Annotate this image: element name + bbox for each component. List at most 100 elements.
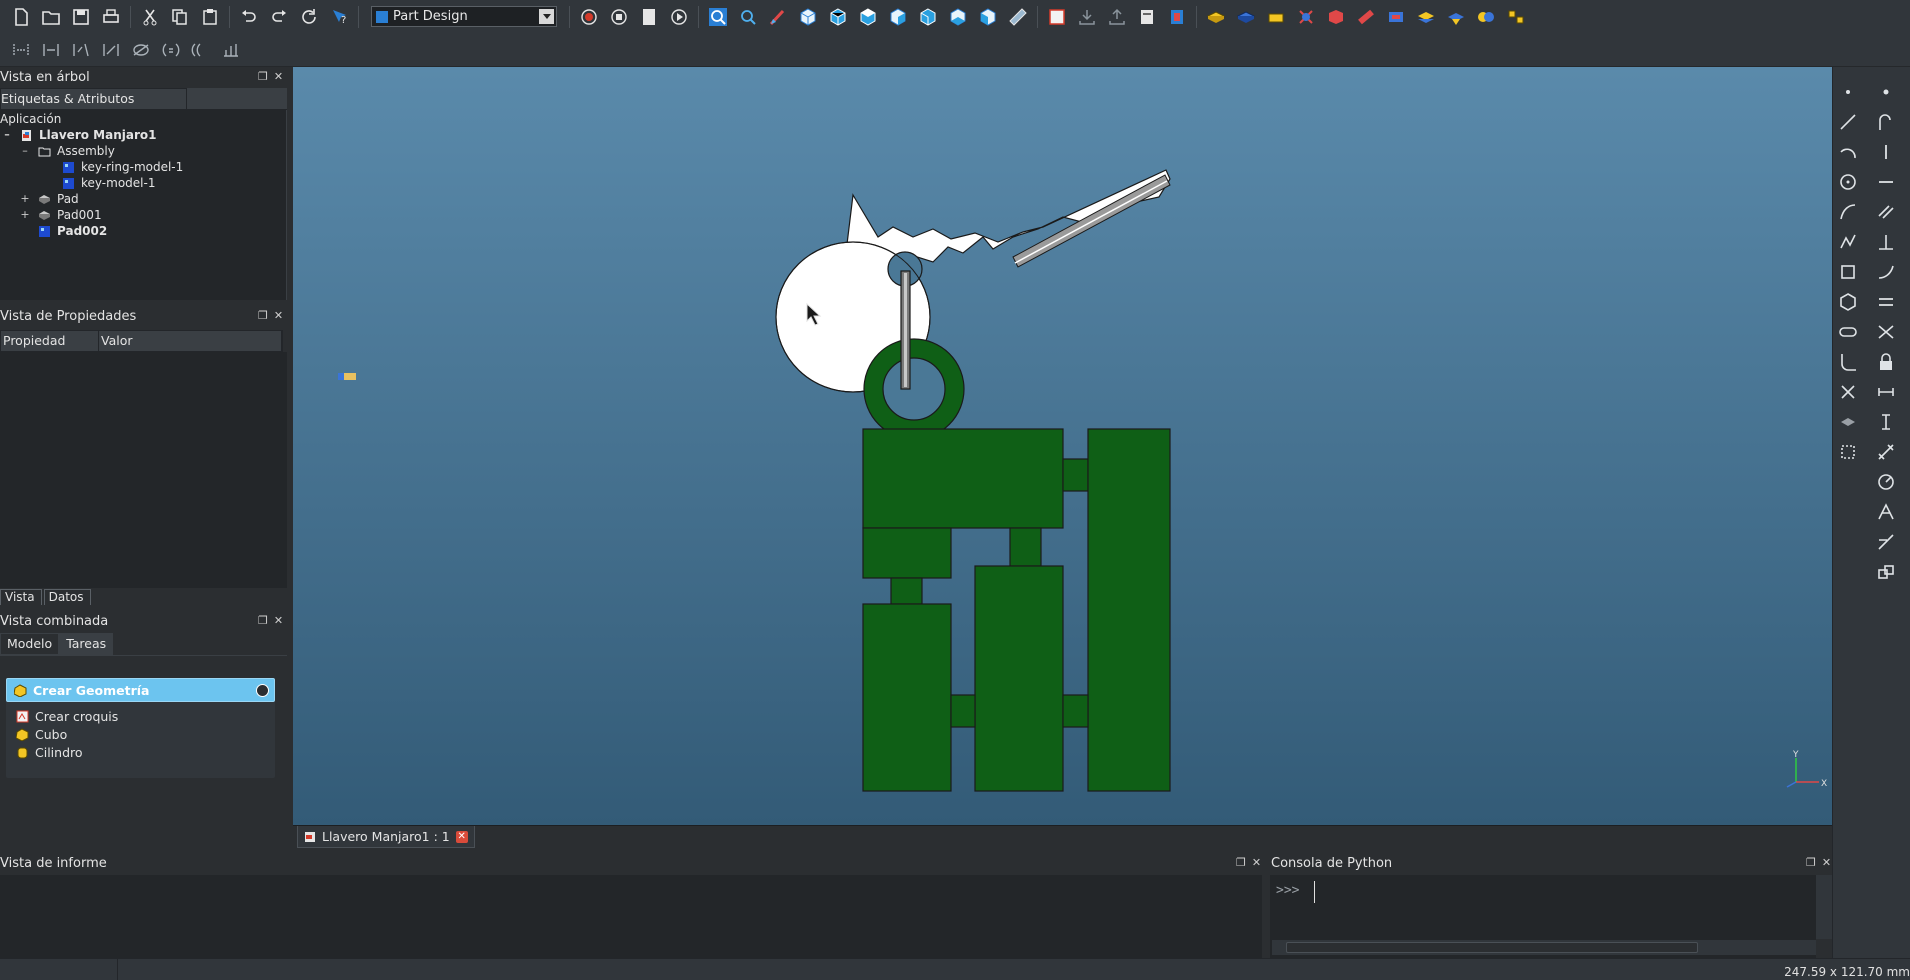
constraint-tangent-icon[interactable] — [129, 38, 153, 62]
close-panel-icon[interactable]: ✕ — [274, 70, 283, 83]
constraint-coincident-icon[interactable] — [1875, 81, 1897, 103]
external-geometry-icon[interactable] — [1837, 411, 1859, 433]
view-left-icon[interactable] — [976, 5, 1000, 29]
constraint-equal-length-icon[interactable] — [1875, 291, 1897, 313]
redo-icon[interactable] — [267, 5, 291, 29]
tree-item-document[interactable]: – Llavero Manjaro1 — [2, 127, 156, 143]
float-panel-icon[interactable]: ❐ — [258, 614, 268, 627]
fit-all-icon[interactable] — [706, 5, 730, 29]
keychain-tag-body[interactable] — [862, 428, 1171, 792]
column-value[interactable]: Valor — [99, 331, 282, 351]
document-tab[interactable]: Llavero Manjaro1 : 1 ✕ — [297, 826, 475, 848]
macro-edit-icon[interactable] — [637, 5, 661, 29]
float-panel-icon[interactable]: ❐ — [1806, 856, 1816, 869]
3d-viewport[interactable]: Y X — [293, 67, 1832, 825]
import-icon[interactable] — [1075, 5, 1099, 29]
tab-model[interactable]: Modelo — [0, 633, 60, 655]
constraint-vertical-distance-icon[interactable] — [1875, 411, 1897, 433]
revolution-icon[interactable] — [1264, 5, 1288, 29]
view-bottom-icon[interactable] — [946, 5, 970, 29]
close-tab-icon[interactable]: ✕ — [455, 830, 468, 843]
tab-labels-attributes[interactable]: Etiquetas & Atributos — [0, 88, 187, 110]
python-horizontal-scrollbar[interactable] — [1272, 940, 1816, 955]
construction-mode-icon[interactable] — [1837, 441, 1859, 463]
scrollbar-thumb[interactable] — [1286, 942, 1698, 953]
close-panel-icon[interactable]: ✕ — [274, 309, 283, 322]
python-vertical-scrollbar[interactable] — [1816, 875, 1832, 939]
copy-icon[interactable] — [168, 5, 192, 29]
tree-item-key-ring-model[interactable]: key-ring-model-1 — [62, 159, 183, 175]
task-cube[interactable]: Cubo — [16, 725, 67, 743]
export-icon[interactable] — [1105, 5, 1129, 29]
key-model[interactable] — [775, 169, 1171, 393]
constraint-vertical-icon[interactable] — [39, 38, 63, 62]
tree-item-key-model[interactable]: key-model-1 — [62, 175, 155, 191]
polygon-icon[interactable] — [1837, 291, 1859, 313]
trim-icon[interactable] — [1837, 381, 1859, 403]
pocket-icon[interactable] — [1234, 5, 1258, 29]
point-icon[interactable] — [1837, 81, 1859, 103]
view-top-icon[interactable] — [856, 5, 880, 29]
subtractive-cylinder-icon[interactable] — [1354, 5, 1378, 29]
fillet-sketch-icon[interactable] — [1837, 351, 1859, 373]
macro-stop-icon[interactable] — [607, 5, 631, 29]
task-create-sketch[interactable]: Crear croquis — [16, 707, 118, 725]
rectangle-icon[interactable] — [1837, 261, 1859, 283]
constraint-tangent-line-icon[interactable] — [1875, 261, 1897, 283]
macro-run-icon[interactable] — [667, 5, 691, 29]
constraint-vertical-line-icon[interactable] — [1875, 141, 1897, 163]
undo-icon[interactable] — [237, 5, 261, 29]
constraint-lock-icon[interactable] — [219, 38, 243, 62]
measure-icon[interactable] — [1006, 5, 1030, 29]
model-canvas[interactable]: Y X — [293, 67, 1832, 825]
report-output[interactable] — [0, 875, 1262, 958]
create-part-icon[interactable] — [1045, 5, 1069, 29]
whats-this-icon[interactable]: ? — [327, 5, 351, 29]
float-panel-icon[interactable]: ❐ — [258, 309, 268, 322]
slot-icon[interactable] — [1837, 321, 1859, 343]
tree-item-pad002[interactable]: Pad002 — [38, 223, 107, 239]
constraint-point-on-object-icon[interactable] — [1875, 111, 1897, 133]
arc-icon[interactable] — [1837, 141, 1859, 163]
close-panel-icon[interactable]: ✕ — [274, 614, 283, 627]
refresh-icon[interactable] — [297, 5, 321, 29]
expand-icon[interactable]: + — [20, 207, 30, 223]
expand-icon[interactable]: + — [20, 191, 30, 207]
draft-icon[interactable] — [1444, 5, 1468, 29]
new-document-icon[interactable] — [9, 5, 33, 29]
constraint-symmetric-lines-icon[interactable] — [1875, 321, 1897, 343]
paste-icon[interactable] — [198, 5, 222, 29]
collapse-icon[interactable] — [256, 684, 269, 697]
constraint-distance-icon[interactable] — [1875, 441, 1897, 463]
chamfer-icon[interactable] — [1414, 5, 1438, 29]
conic-icon[interactable] — [1837, 201, 1859, 223]
view-right-icon[interactable] — [886, 5, 910, 29]
collapse-icon[interactable]: – — [2, 127, 12, 143]
lock-icon[interactable] — [1875, 351, 1897, 373]
constraint-parallel-icon[interactable] — [69, 38, 93, 62]
document-icon[interactable] — [1135, 5, 1159, 29]
thickness-icon[interactable] — [1474, 5, 1498, 29]
close-panel-icon[interactable]: ✕ — [1822, 856, 1831, 869]
groove-icon[interactable] — [1294, 5, 1318, 29]
fit-selection-icon[interactable] — [736, 5, 760, 29]
constraint-radius-icon[interactable] — [1875, 471, 1897, 493]
view-isometric-icon[interactable] — [796, 5, 820, 29]
constraint-perpendicular-icon[interactable] — [1875, 231, 1897, 253]
constraint-parallel-lines-icon[interactable] — [1875, 201, 1897, 223]
bspline-icon[interactable] — [1837, 231, 1859, 253]
tab-view[interactable]: Vista — [0, 589, 42, 605]
body-icon[interactable] — [1165, 5, 1189, 29]
circle-icon[interactable] — [1837, 171, 1859, 193]
line-icon[interactable] — [1837, 111, 1859, 133]
save-icon[interactable] — [69, 5, 93, 29]
open-folder-icon[interactable] — [39, 5, 63, 29]
tree-item-assembly[interactable]: – Assembly — [20, 143, 115, 159]
task-cylinder[interactable]: Cilindro — [16, 743, 83, 761]
column-property[interactable]: Propiedad — [1, 331, 99, 351]
constraint-equal-icon[interactable] — [159, 38, 183, 62]
draw-style-icon[interactable] — [766, 5, 790, 29]
collapse-icon[interactable]: – — [20, 143, 30, 159]
float-panel-icon[interactable]: ❐ — [1236, 856, 1246, 869]
constraint-angle-icon[interactable] — [99, 38, 123, 62]
